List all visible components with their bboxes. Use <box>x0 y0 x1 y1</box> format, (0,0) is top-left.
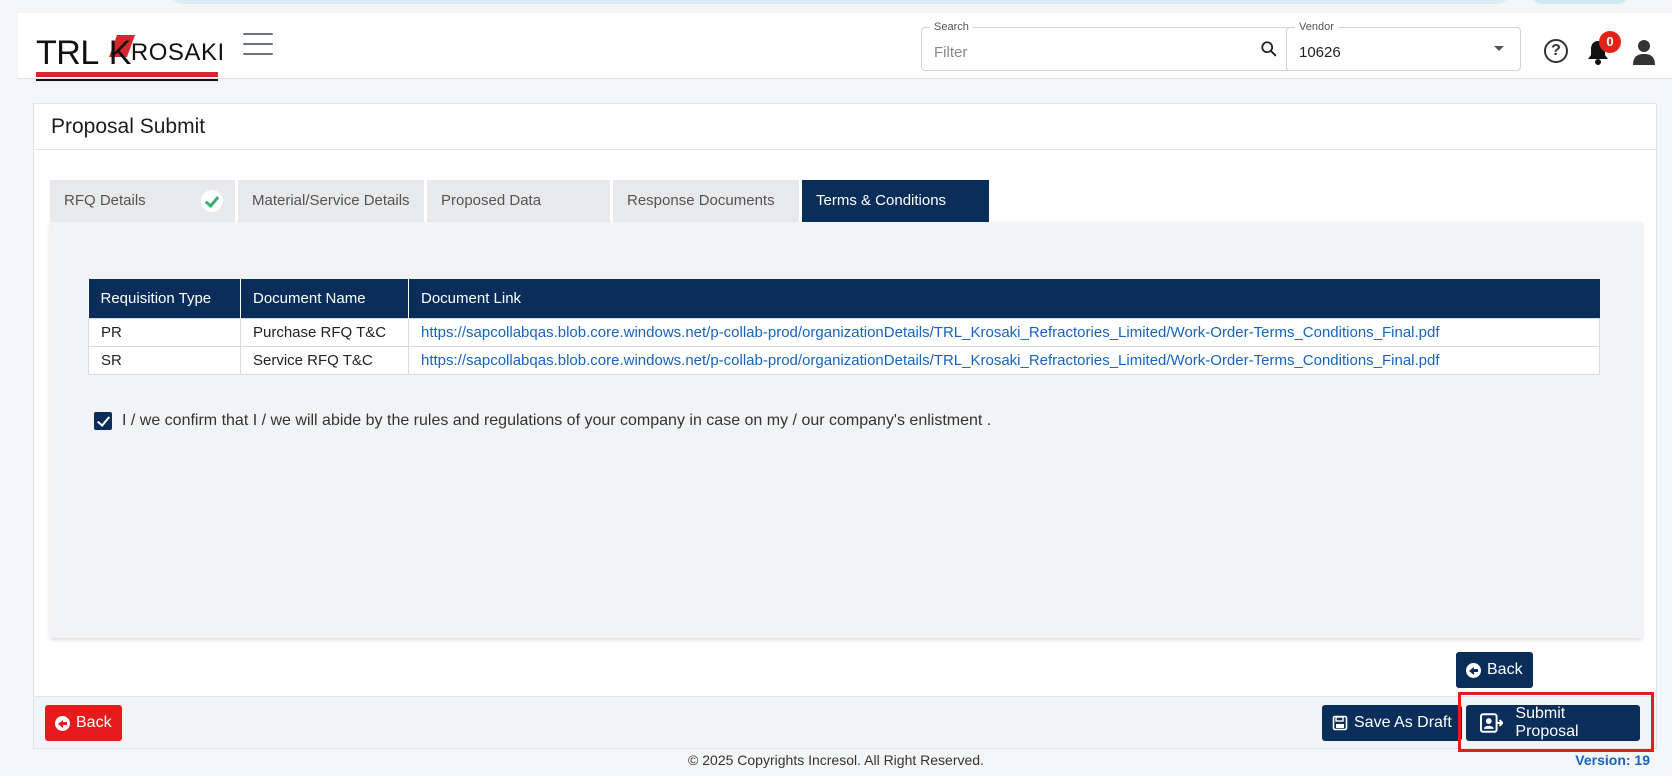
hamburger-menu-icon[interactable] <box>243 33 273 57</box>
cell-document-name: Purchase RFQ T&C <box>240 317 409 347</box>
tab-rfq-details-label: RFQ Details <box>64 192 146 209</box>
chevron-down-icon[interactable] <box>1494 46 1504 51</box>
confirm-text: I / we confirm that I / we will abide by… <box>122 412 992 429</box>
user-avatar-icon[interactable] <box>1632 38 1656 66</box>
confirm-row: I / we confirm that I / we will abide by… <box>94 412 991 430</box>
tab-proposed-data[interactable]: Proposed Data <box>427 180 610 222</box>
logo-part-k: K <box>108 34 132 72</box>
documents-table: Requisition Type Document Name Document … <box>88 279 1600 375</box>
action-footer: Back Save As Draft Submit Proposal <box>34 696 1656 748</box>
vendor-value: 10626 <box>1299 44 1341 61</box>
help-icon[interactable]: ? <box>1544 39 1568 63</box>
document-link[interactable]: https://sapcollabqas.blob.core.windows.n… <box>408 317 1600 347</box>
col-document-name: Document Name <box>240 279 409 318</box>
arrow-left-circle-icon <box>55 715 70 731</box>
save-draft-label: Save As Draft <box>1354 714 1452 731</box>
tab-terms-conditions-label: Terms & Conditions <box>816 192 947 209</box>
vendor-select[interactable]: Vendor 10626 <box>1286 21 1521 71</box>
copyright-text: © 2025 Copyrights Incresol. All Right Re… <box>688 752 984 768</box>
submit-highlight-box <box>1458 692 1654 752</box>
col-document-link: Document Link <box>408 279 1600 318</box>
col-requisition-type: Requisition Type <box>88 279 241 318</box>
tab-rfq-details[interactable]: RFQ Details <box>50 180 235 222</box>
save-draft-button[interactable]: Save As Draft <box>1322 705 1462 741</box>
search-icon[interactable] <box>1260 40 1278 58</box>
logo-part-trl: TRL <box>36 34 99 72</box>
logo-underline-dark <box>36 79 218 81</box>
check-circle-icon <box>201 190 223 212</box>
search-input[interactable]: Filter <box>934 44 967 61</box>
version-text: Version: 19 <box>1575 752 1650 768</box>
footer-back-button[interactable]: Back <box>45 705 122 741</box>
trl-krosaki-logo[interactable]: TRL K ROSAKI <box>36 25 225 81</box>
terms-panel: Requisition Type Document Name Document … <box>50 222 1642 638</box>
cell-requisition-type: PR <box>88 317 241 347</box>
proposal-card: Proposal Submit RFQ Details Material/Ser… <box>33 103 1657 749</box>
footer-back-label: Back <box>76 714 112 731</box>
arrow-left-circle-icon <box>1466 662 1481 678</box>
inner-back-button[interactable]: Back <box>1456 652 1533 688</box>
tab-material-service-details[interactable]: Material/Service Details <box>238 180 424 222</box>
notification-badge: 0 <box>1599 31 1621 53</box>
table-header-row: Requisition Type Document Name Document … <box>88 279 1600 318</box>
cell-document-name: Service RFQ T&C <box>240 345 409 375</box>
table-row: SR Service RFQ T&C https://sapcollabqas.… <box>88 345 1600 375</box>
confirm-checkbox[interactable] <box>94 412 112 430</box>
page-title: Proposal Submit <box>34 104 1656 150</box>
tab-material-service-label: Material/Service Details <box>252 192 410 209</box>
table-row: PR Purchase RFQ T&C https://sapcollabqas… <box>88 317 1600 347</box>
document-link[interactable]: https://sapcollabqas.blob.core.windows.n… <box>408 345 1600 375</box>
tab-response-documents-label: Response Documents <box>627 192 775 209</box>
vendor-label: Vendor <box>1295 21 1338 33</box>
search-label: Search <box>930 21 973 33</box>
tab-proposed-data-label: Proposed Data <box>441 192 542 209</box>
search-field[interactable]: Search Filter <box>921 21 1291 71</box>
app-header: TRL K ROSAKI Search Filter Vendor 10626 … <box>18 13 1672 81</box>
logo-part-rosaki: ROSAKI <box>130 39 225 66</box>
tab-response-documents[interactable]: Response Documents <box>613 180 799 222</box>
logo-underline <box>36 72 218 77</box>
inner-back-label: Back <box>1487 661 1523 678</box>
top-strip <box>0 0 1672 13</box>
top-search-pill <box>170 0 1510 4</box>
top-button-pill <box>1530 0 1630 4</box>
cell-requisition-type: SR <box>88 345 241 375</box>
tab-terms-conditions[interactable]: Terms & Conditions <box>802 180 989 222</box>
save-icon <box>1332 715 1348 731</box>
